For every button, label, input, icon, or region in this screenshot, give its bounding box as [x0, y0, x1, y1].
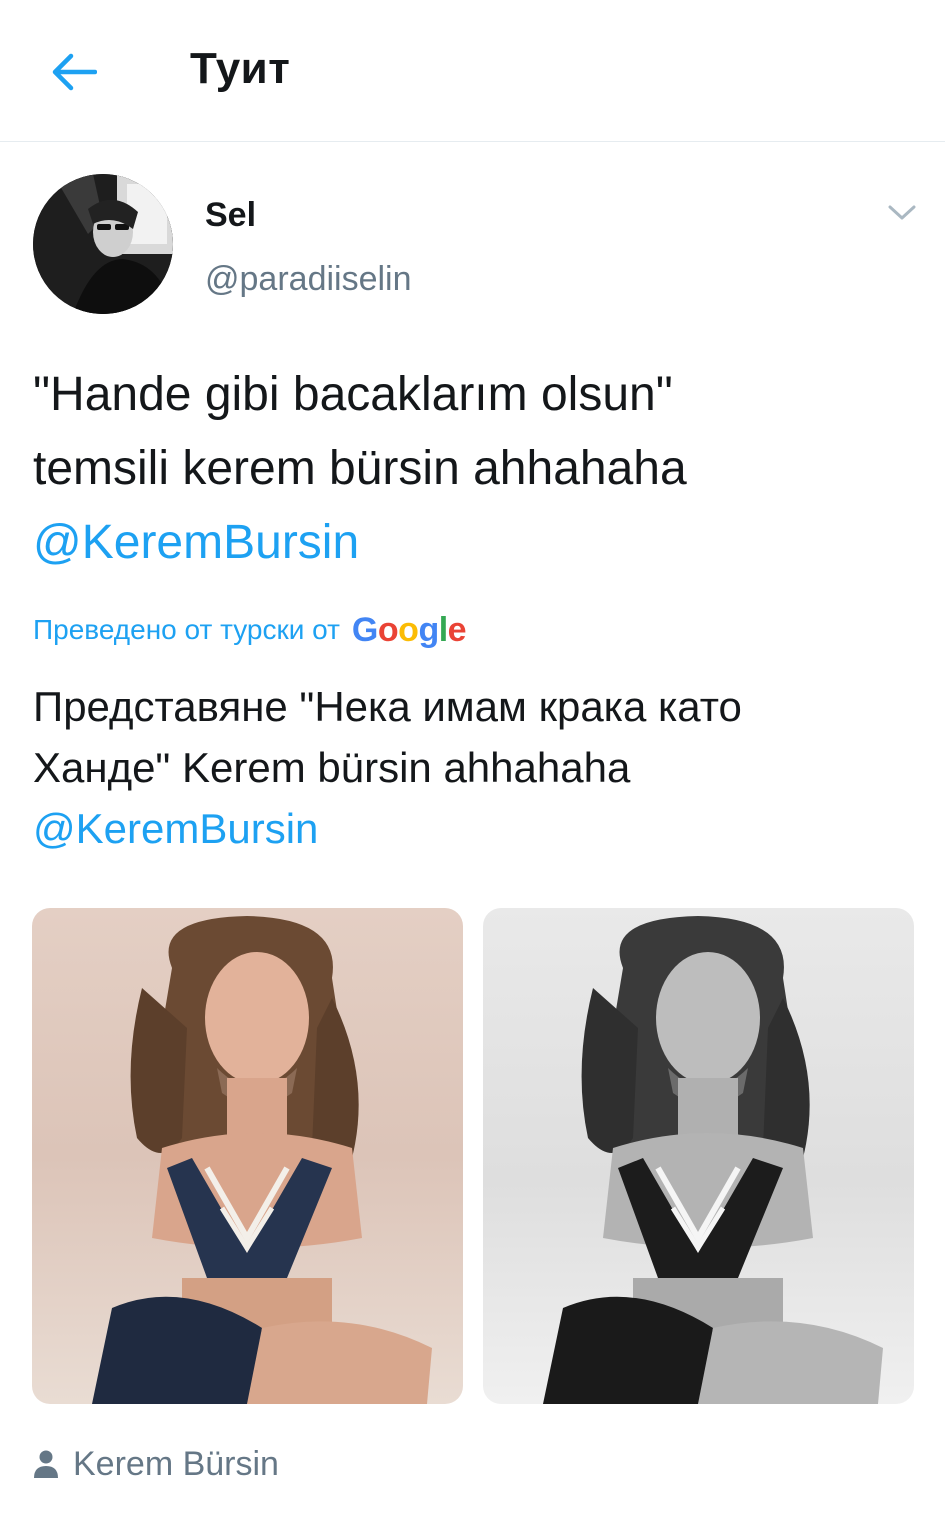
avatar[interactable] — [33, 174, 173, 314]
tweet-photo[interactable] — [483, 908, 914, 1404]
page-title: Туит — [190, 44, 291, 93]
tagged-user-name: Kerem Bürsin — [73, 1444, 279, 1483]
tweet-photo[interactable] — [32, 908, 463, 1404]
translated-text-line: Ханде" Kerem bürsin ahhahaha — [33, 744, 631, 791]
tweet-text-line: "Hande gibi bacaklarım olsun" — [33, 368, 673, 421]
google-logo: Google — [351, 610, 467, 649]
translated-text-line: Представяне "Нека имам крака като — [33, 683, 742, 730]
media-grid — [32, 908, 914, 1404]
user-handle[interactable]: @paradiiselin — [205, 260, 412, 299]
photo-image — [543, 916, 883, 1404]
translation-attribution[interactable]: Преведено от турски от Google — [33, 610, 467, 650]
avatar-image — [33, 174, 173, 314]
display-name[interactable]: Sel — [205, 196, 256, 235]
more-options-button[interactable] — [880, 198, 924, 228]
tweet-text-line: temsili kerem bürsin ahhahaha — [33, 442, 687, 495]
person-icon — [34, 1450, 58, 1478]
translated-label: Преведено от турски от — [33, 614, 340, 645]
chevron-down-icon — [888, 205, 916, 220]
tweet-text: "Hande gibi bacaklarım olsun" temsili ke… — [33, 358, 913, 580]
mention-link[interactable]: @KeremBursin — [33, 798, 913, 859]
photo-image — [92, 916, 432, 1404]
translated-text: Представяне "Нека имам крака като Ханде"… — [33, 676, 913, 859]
tagged-user[interactable]: Kerem Bürsin — [33, 1442, 279, 1486]
back-button[interactable] — [50, 48, 98, 96]
mention-link[interactable]: @KeremBursin — [33, 506, 913, 580]
top-bar: Туит — [0, 0, 945, 142]
arrow-left-icon — [52, 53, 97, 91]
